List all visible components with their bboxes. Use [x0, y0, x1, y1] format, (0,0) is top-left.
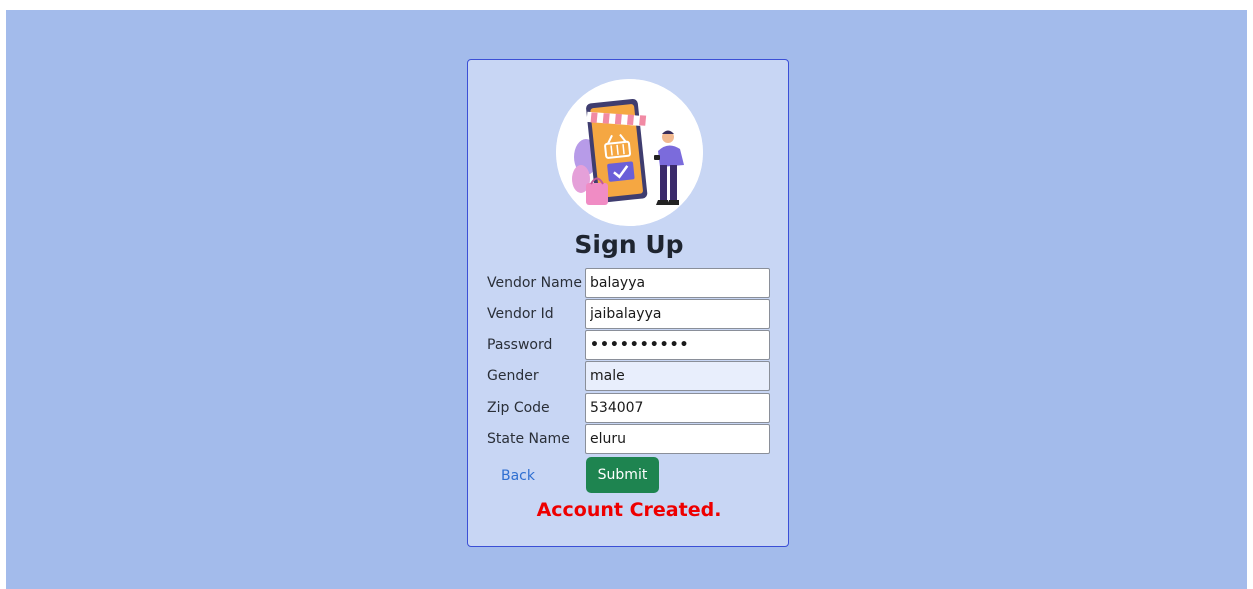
state-name-input[interactable] [585, 424, 770, 454]
vendor-name-row: Vendor Name [487, 268, 773, 298]
online-shop-illustration-icon [556, 79, 703, 226]
gender-label: Gender [487, 368, 539, 384]
gender-row: Gender [487, 361, 773, 391]
vendor-name-label: Vendor Name [487, 275, 582, 291]
zip-code-label: Zip Code [487, 400, 550, 416]
vendor-id-label: Vendor Id [487, 306, 554, 322]
signup-card: Sign Up Vendor Name Vendor Id Password G… [467, 59, 789, 547]
password-label: Password [487, 337, 553, 353]
password-input[interactable] [585, 330, 770, 360]
gender-input[interactable] [585, 361, 770, 391]
back-link[interactable]: Back [501, 466, 535, 486]
state-name-label: State Name [487, 431, 570, 447]
vendor-name-input[interactable] [585, 268, 770, 298]
vendor-id-row: Vendor Id [487, 299, 773, 329]
zip-code-row: Zip Code [487, 393, 773, 423]
vendor-id-input[interactable] [585, 299, 770, 329]
page-background: Sign Up Vendor Name Vendor Id Password G… [6, 10, 1247, 589]
status-message: Account Created. [536, 499, 722, 521]
zip-code-input[interactable] [585, 393, 770, 423]
submit-button[interactable]: Submit [586, 457, 659, 493]
state-name-row: State Name [487, 424, 773, 454]
page-title: Sign Up [574, 230, 684, 259]
password-row: Password [487, 330, 773, 360]
